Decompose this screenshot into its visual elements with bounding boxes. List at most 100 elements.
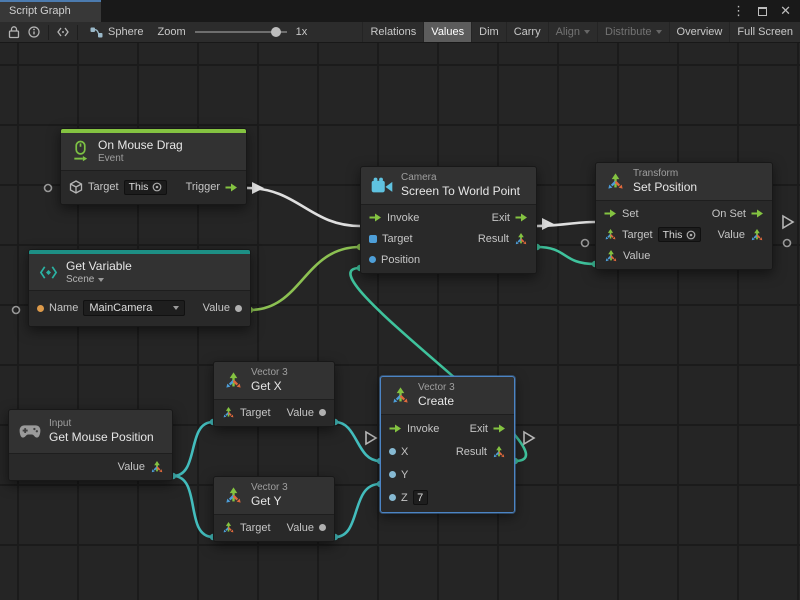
string-port-dot[interactable] [37, 305, 44, 312]
node-get-mouse-position[interactable]: Input Get Mouse Position Value [8, 409, 173, 481]
maximize-icon[interactable] [758, 7, 767, 16]
unconnected-port-ring[interactable] [13, 307, 20, 314]
gameobject-cube-icon [69, 180, 83, 194]
z-value-field[interactable]: 7 [413, 490, 428, 505]
vector3-port-icon[interactable] [750, 228, 764, 242]
node-vector3-create[interactable]: Vector 3 Create Invoke Exit X [380, 376, 515, 513]
port-x-label: X [401, 446, 408, 458]
camera-port-square[interactable] [369, 235, 377, 243]
port-name-label: Name [49, 302, 78, 314]
port-set-label: Set [622, 208, 639, 220]
wire-trigger-to-invoke[interactable] [247, 188, 360, 226]
flow-port-triangle-icon[interactable] [783, 216, 793, 228]
node-title: Screen To World Point [401, 184, 520, 199]
close-icon[interactable]: ✕ [780, 5, 791, 18]
float-port-dot[interactable] [389, 494, 396, 501]
port-value-label: Value [118, 461, 145, 473]
node-vector3-get-y[interactable]: Vector 3 Get Y Target Value [213, 476, 335, 542]
info-icon[interactable] [24, 22, 44, 43]
flow-arrow-icon[interactable] [493, 422, 506, 435]
unconnected-port-ring[interactable] [784, 240, 791, 247]
node-header[interactable]: Transform Set Position [596, 163, 772, 200]
this-chip[interactable]: This [658, 227, 702, 242]
node-vector3-get-x[interactable]: Vector 3 Get X Target Value [213, 361, 335, 427]
float-port-dot[interactable] [389, 448, 396, 455]
fullscreen-button[interactable]: Full Screen [729, 22, 800, 42]
vector3-port-icon[interactable] [492, 445, 506, 459]
node-title: On Mouse Drag [98, 138, 183, 153]
vector3-port-icon[interactable] [222, 521, 235, 534]
node-screen-to-world-point[interactable]: Camera Screen To World Point Invoke Exit… [360, 166, 537, 274]
transform-port-icon[interactable] [604, 228, 617, 241]
flow-arrow-icon[interactable] [751, 207, 764, 220]
graph-breadcrumb[interactable]: Sphere [82, 26, 153, 39]
wire-mousepos-to-getx[interactable] [173, 422, 213, 476]
node-header[interactable]: Input Get Mouse Position [9, 410, 172, 453]
distribute-button[interactable]: Distribute [597, 22, 668, 42]
target-this-icon [152, 182, 162, 192]
vector3-port-icon[interactable] [604, 249, 618, 263]
flow-arrow-icon[interactable] [515, 211, 528, 224]
this-chip[interactable]: This [124, 180, 168, 195]
flow-arrow-icon[interactable] [369, 211, 382, 224]
zoom-label: Zoom [157, 26, 185, 38]
node-header[interactable]: Vector 3 Get X [214, 362, 334, 399]
node-title: Create [418, 394, 455, 409]
node-header[interactable]: Vector 3 Create [381, 377, 514, 414]
chevron-down-icon [98, 278, 104, 282]
flow-arrow-icon[interactable] [225, 181, 238, 194]
flow-arrowhead-icon [252, 182, 264, 194]
zoom-slider[interactable] [195, 31, 287, 33]
flow-arrow-icon[interactable] [604, 207, 617, 220]
gamepad-icon [19, 424, 41, 439]
align-button[interactable]: Align [548, 22, 597, 42]
variable-name-dropdown[interactable]: MainCamera [83, 300, 185, 316]
flow-port-triangle-icon[interactable] [524, 432, 534, 444]
value-port-dot[interactable] [235, 305, 242, 312]
node-header[interactable]: Camera Screen To World Point [361, 167, 536, 204]
node-set-position[interactable]: Transform Set Position Set On Set Target [595, 162, 773, 270]
tab-script-graph[interactable]: Script Graph [0, 0, 101, 22]
float-port-dot[interactable] [319, 524, 326, 531]
relations-button[interactable]: Relations [362, 22, 423, 42]
wire-result-to-value[interactable] [537, 247, 595, 264]
port-value-label: Value [203, 302, 230, 314]
code-icon[interactable] [53, 22, 73, 43]
port-target-label: Target [382, 233, 413, 245]
overview-button[interactable]: Overview [669, 22, 730, 42]
node-header[interactable]: Vector 3 Get Y [214, 477, 334, 514]
wire-variable-to-target[interactable] [250, 247, 360, 310]
vector3-port-icon[interactable] [514, 232, 528, 246]
values-button[interactable]: Values [423, 22, 471, 42]
graph-name: Sphere [108, 26, 143, 38]
unconnected-port-ring[interactable] [45, 185, 52, 192]
node-get-variable[interactable]: Get Variable Scene Name MainCamera Value [28, 249, 251, 327]
vector3-port-dot[interactable] [369, 256, 376, 263]
wire-getx-to-x[interactable] [335, 422, 380, 461]
zoom-slider-handle[interactable] [271, 27, 281, 37]
float-port-dot[interactable] [319, 409, 326, 416]
vector3-port-icon[interactable] [222, 406, 235, 419]
flow-port-triangle-icon[interactable] [366, 432, 376, 444]
lock-icon[interactable] [4, 22, 24, 43]
window-menu-icon[interactable]: ⋮ [732, 5, 745, 18]
port-trigger-label: Trigger [186, 181, 220, 193]
flow-arrow-icon[interactable] [389, 422, 402, 435]
node-header[interactable]: Get Variable Scene [29, 254, 250, 290]
port-target-label: Target [88, 181, 119, 193]
vector3-port-icon[interactable] [150, 460, 164, 474]
carry-button[interactable]: Carry [506, 22, 548, 42]
variable-scope-dropdown[interactable]: Scene [66, 274, 132, 285]
node-title: Get Mouse Position [49, 430, 154, 445]
zoom-control: Zoom 1x [153, 26, 307, 38]
unconnected-port-ring[interactable] [582, 240, 589, 247]
node-category: Transform [633, 168, 697, 180]
wire-gety-to-y[interactable] [335, 484, 380, 537]
node-on-mouse-drag[interactable]: On Mouse Drag Event Target This Trigger [60, 128, 247, 205]
graph-canvas[interactable]: On Mouse Drag Event Target This Trigger [0, 43, 800, 600]
node-header[interactable]: On Mouse Drag Event [61, 133, 246, 170]
wire-mousepos-to-gety[interactable] [173, 476, 213, 537]
chevron-down-icon [584, 30, 590, 34]
dim-button[interactable]: Dim [471, 22, 506, 42]
float-port-dot[interactable] [389, 471, 396, 478]
